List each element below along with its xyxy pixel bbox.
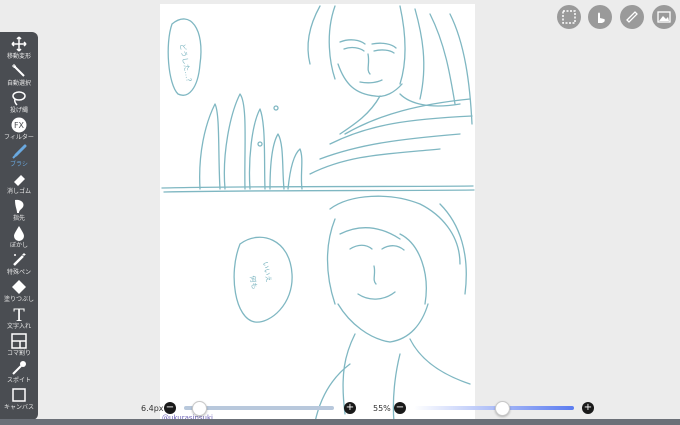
sketch-artwork: どうした…? いいえ 何も @ukurasinsuki [161,5,475,422]
touch-button[interactable] [588,5,612,29]
tool-label: 投げ縄 [9,107,28,114]
tool-frame-divider[interactable]: コマ割り [0,333,38,359]
tool-move[interactable]: 移動変形 [0,36,38,62]
tool-label: 消しゴム [6,188,31,195]
tool-filter[interactable]: FX フィルター [0,117,38,143]
tool-lasso[interactable]: 投げ縄 [0,90,38,116]
tool-label: 塗りつぶし [3,296,35,303]
magic-wand-icon [12,64,25,77]
move-icon [11,36,27,52]
bottom-bar: 6.4px − + 55% − + [0,394,680,422]
ruler-icon [626,11,638,23]
tool-brush[interactable]: ブラシ [0,144,38,170]
svg-text:何も: 何も [248,275,259,290]
finger-icon [15,199,24,213]
left-toolbar: 移動変形 自動選択 投げ縄 FX フィルター ブラシ 消しゴム 指先 ぼかし 特… [0,32,38,420]
tool-label: 特殊ペン [6,269,31,276]
tool-label: 移動変形 [6,53,31,60]
eyedropper-icon [12,361,26,375]
fill-icon [12,280,26,294]
tool-text[interactable]: T 文字入れ [0,306,38,332]
tool-label: フィルター [4,134,34,141]
opacity-slider[interactable] [414,406,574,410]
tool-eraser[interactable]: 消しゴム [0,171,38,197]
tool-auto-select[interactable]: 自動選択 [0,63,38,89]
tool-label: スポイト [6,377,31,384]
brush-size-thumb[interactable] [192,401,207,416]
brush-icon [12,144,27,159]
tool-label: ぼかし [9,242,28,249]
opacity-thumb[interactable] [495,401,510,416]
brush-size-plus-button[interactable]: + [344,402,356,414]
material-button[interactable] [652,5,676,29]
fx-glyph: FX [14,121,25,130]
tool-blur[interactable]: ぼかし [0,225,38,251]
selection-icon [562,10,576,24]
special-pen-icon [13,253,26,266]
tool-label: 文字入れ [6,323,31,330]
text-icon: T [13,306,25,322]
touch-icon [598,12,605,23]
fx-icon: FX [11,117,27,133]
tool-finger[interactable]: 指先 [0,198,38,224]
selection-button[interactable] [557,5,581,29]
tool-special-pen[interactable]: 特殊ペン [0,252,38,278]
tool-fill[interactable]: 塗りつぶし [0,279,38,305]
tool-label: ブラシ [10,161,28,168]
lasso-icon [12,91,26,106]
opacity-label: 55% [373,404,391,413]
bottom-strip [0,419,680,425]
brush-size-label: 6.4px [141,404,164,413]
tool-label: コマ割り [6,350,31,357]
text-glyph: T [13,306,25,322]
opacity-minus-button[interactable]: − [394,402,406,414]
opacity-plus-button[interactable]: + [582,402,594,414]
tool-label: 指先 [12,215,25,222]
drawing-canvas[interactable]: どうした…? いいえ 何も @ukurasinsuki [160,4,475,422]
eraser-icon [14,175,25,186]
ruler-button[interactable] [620,5,644,29]
svg-text:どうした…?: どうした…? [178,43,193,83]
blur-icon [14,226,24,241]
tool-eyedropper[interactable]: スポイト [0,360,38,386]
tool-label: 自動選択 [6,80,31,87]
frame-divider-icon [11,333,27,349]
svg-text:いいえ: いいえ [261,261,273,283]
material-icon [657,11,671,23]
brush-size-minus-button[interactable]: − [164,402,176,414]
